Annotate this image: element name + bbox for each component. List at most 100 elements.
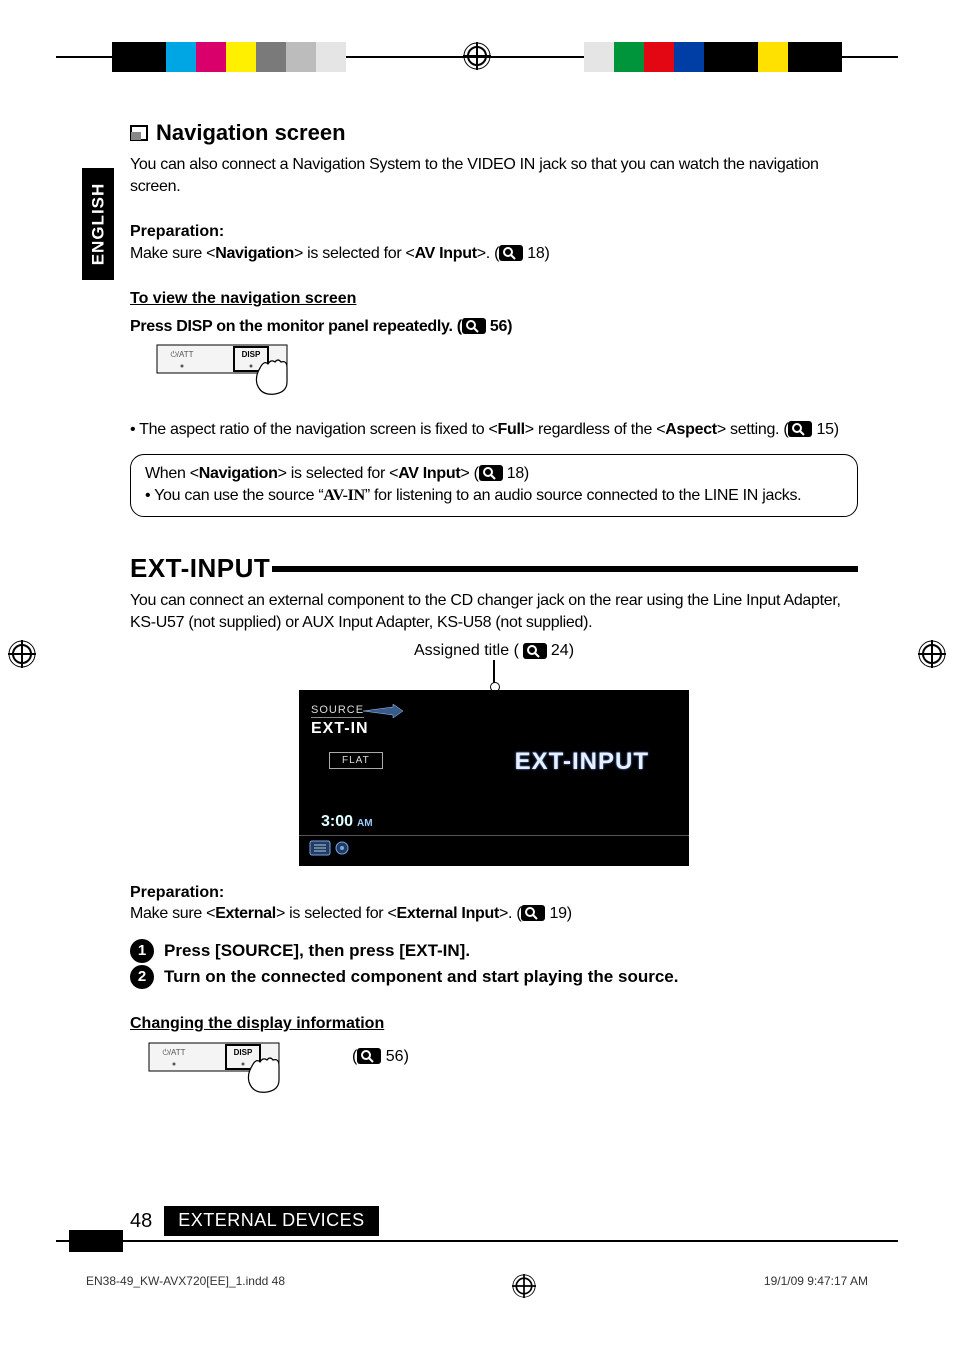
registration-mark-top [463, 42, 491, 70]
text: 18) [503, 465, 529, 482]
shot-time-value: 3:00 [321, 813, 353, 830]
note-line2: • You can use the source “AV-IN” for lis… [145, 485, 843, 507]
color-swatch [166, 42, 196, 72]
heading-rule [278, 566, 858, 572]
shot-time: 3:00 AM [321, 813, 677, 831]
text: Assigned title ( [414, 642, 519, 660]
color-swatch [286, 42, 316, 72]
print-date: 19/1/09 9:47:17 AM [764, 1274, 868, 1298]
shot-eq-label: FLAT [329, 752, 383, 769]
text: When < [145, 465, 199, 482]
color-swatch [226, 42, 256, 72]
text: > regardless of the < [525, 421, 665, 438]
print-metadata: EN38-49_KW-AVX720[EE]_1.indd 48 19/1/09 … [86, 1274, 868, 1298]
language-tab-text: ENGLISH [88, 183, 108, 266]
nav-prep-label: Preparation: [130, 221, 858, 243]
shot-time-suffix: AM [357, 818, 373, 829]
text: 18) [523, 245, 549, 262]
text: 19) [545, 905, 571, 922]
section-title: EXTERNAL DEVICES [164, 1206, 378, 1236]
text: Make sure < [130, 245, 215, 262]
color-swatch [644, 42, 674, 72]
step-number-1: 1 [130, 939, 154, 963]
step-2: 2 Turn on the connected component and st… [130, 965, 858, 989]
text: > setting. ( [717, 421, 789, 438]
footer-rule [56, 1240, 898, 1242]
text: >. ( [477, 245, 499, 262]
heading-ext-input: EXT-INPUT [130, 553, 858, 584]
disp-button-illustration: ⏻/ATT DISP [156, 344, 312, 398]
shot-main-text: EXT-INPUT [515, 748, 649, 776]
text: 15) [812, 421, 838, 438]
text: • You can use the source “ [145, 487, 323, 504]
top-color-blocks-right [584, 42, 842, 72]
ext-disp-ref: ( 56) [352, 1042, 409, 1068]
color-swatch [112, 42, 166, 72]
color-swatch [758, 42, 788, 72]
step-1: 1 Press [SOURCE], then press [EXT-IN]. [130, 939, 858, 963]
reference-icon [521, 905, 545, 921]
text: > is selected for < [276, 905, 397, 922]
footer-block-left [69, 1230, 123, 1252]
text: AV Input [398, 465, 460, 482]
text: 56) [381, 1048, 409, 1065]
text: > is selected for < [294, 245, 415, 262]
reference-icon [499, 245, 523, 261]
registration-mark-left [8, 640, 36, 668]
text: 56) [486, 318, 512, 335]
ext-prep-label: Preparation: [130, 882, 858, 904]
source-arrow-icon [363, 704, 403, 718]
text: • The aspect ratio of the navigation scr… [130, 421, 498, 438]
text: Make sure < [130, 905, 215, 922]
shot-list-icon [309, 840, 331, 856]
section-bullet-icon [130, 125, 148, 141]
shot-gear-icon [333, 840, 351, 856]
step-2-text: Turn on the connected component and star… [164, 967, 678, 987]
text: >. ( [499, 905, 521, 922]
ext-change-heading: Changing the display information [130, 1013, 858, 1035]
caption-pointer [493, 660, 495, 690]
color-swatch [256, 42, 286, 72]
color-swatch [316, 42, 346, 72]
text: External Input [397, 905, 499, 922]
text: AV Input [415, 245, 477, 262]
color-swatch [196, 42, 226, 72]
main-content: Navigation screen You can also connect a… [130, 120, 858, 1096]
ext-caption: Assigned title ( 24) [414, 642, 574, 660]
color-swatch [788, 42, 842, 72]
text: Navigation [215, 245, 294, 262]
nav-intro-text: You can also connect a Navigation System… [130, 154, 858, 197]
reference-icon [479, 465, 503, 481]
reference-icon [462, 318, 486, 334]
text: Navigation [199, 465, 278, 482]
text: AV-IN [323, 487, 364, 504]
reference-icon [357, 1048, 381, 1064]
shot-source-value: EXT-IN [311, 720, 677, 738]
ext-disp-row: ⏻/ATT DISP ( 56) [148, 1042, 858, 1096]
nav-prep-line: Make sure <Navigation> is selected for <… [130, 243, 858, 265]
registration-mark-right [918, 640, 946, 668]
nav-aspect-line: • The aspect ratio of the navigation scr… [130, 419, 858, 441]
svg-text:DISP: DISP [234, 1048, 253, 1057]
reference-icon [788, 421, 812, 437]
top-color-blocks-left [112, 42, 346, 72]
color-swatch [704, 42, 758, 72]
text: Full [498, 421, 525, 438]
text: Press DISP on the monitor panel repeated… [130, 318, 462, 335]
color-swatch [674, 42, 704, 72]
shot-icon-row [309, 840, 677, 858]
color-swatch [614, 42, 644, 72]
note-line1: When <Navigation> is selected for <AV In… [145, 463, 843, 485]
disp-button-illustration-2: ⏻/ATT DISP [148, 1042, 304, 1096]
svg-text:DISP: DISP [242, 350, 261, 359]
registration-mark-bottom [512, 1274, 536, 1298]
ext-intro-text: You can connect an external component to… [130, 590, 858, 633]
heading-navigation-screen: Navigation screen [130, 120, 858, 146]
language-tab: ENGLISH [82, 168, 114, 280]
text: 24) [551, 642, 574, 660]
reference-icon [523, 643, 547, 659]
text: External [215, 905, 276, 922]
svg-text:⏻/ATT: ⏻/ATT [170, 350, 193, 359]
text: Aspect [665, 421, 717, 438]
ext-screenshot-wrap: Assigned title ( 24) SOURCE EXT-IN FLAT … [130, 642, 858, 866]
